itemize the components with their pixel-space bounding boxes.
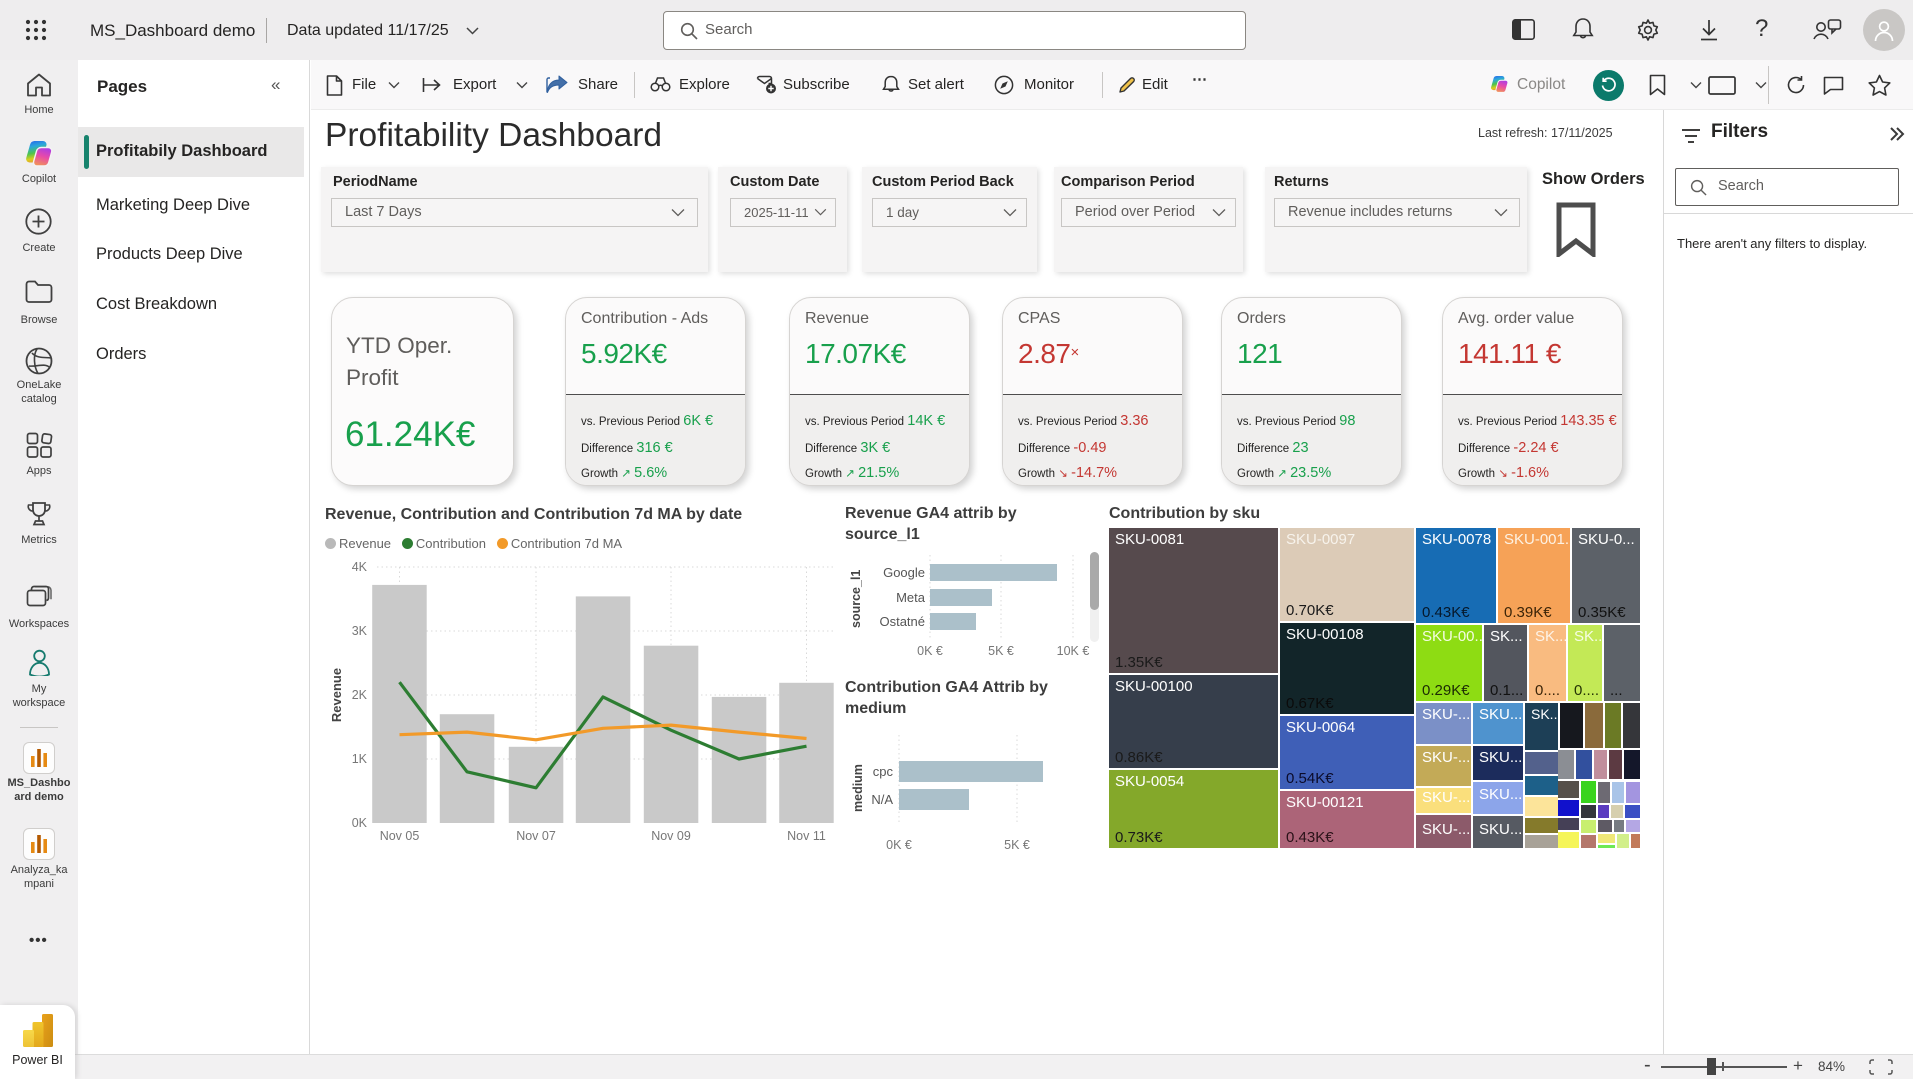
svg-text:Revenue: Revenue [329, 668, 344, 722]
svg-text:Nov 11: Nov 11 [787, 829, 826, 843]
svg-text:0K €: 0K € [886, 838, 912, 852]
svg-text:Ostatné: Ostatné [879, 614, 925, 629]
svg-text:Meta: Meta [896, 590, 926, 605]
svg-text:10K €: 10K € [1057, 644, 1090, 658]
svg-text:3K: 3K [352, 624, 368, 638]
svg-text:0K: 0K [352, 816, 368, 830]
svg-text:0K €: 0K € [917, 644, 943, 658]
svg-text:Nov 09: Nov 09 [651, 829, 691, 843]
svg-text:Google: Google [883, 565, 925, 580]
svg-text:5K €: 5K € [1004, 838, 1030, 852]
svg-text:N/A: N/A [871, 792, 893, 807]
svg-text:1K: 1K [352, 752, 368, 766]
svg-text:cpc: cpc [873, 764, 894, 779]
svg-text:2K: 2K [352, 688, 368, 702]
svg-text:5K €: 5K € [988, 644, 1014, 658]
svg-text:4K: 4K [352, 560, 368, 574]
svg-text:Nov 07: Nov 07 [516, 829, 556, 843]
svg-text:Nov 05: Nov 05 [380, 829, 420, 843]
